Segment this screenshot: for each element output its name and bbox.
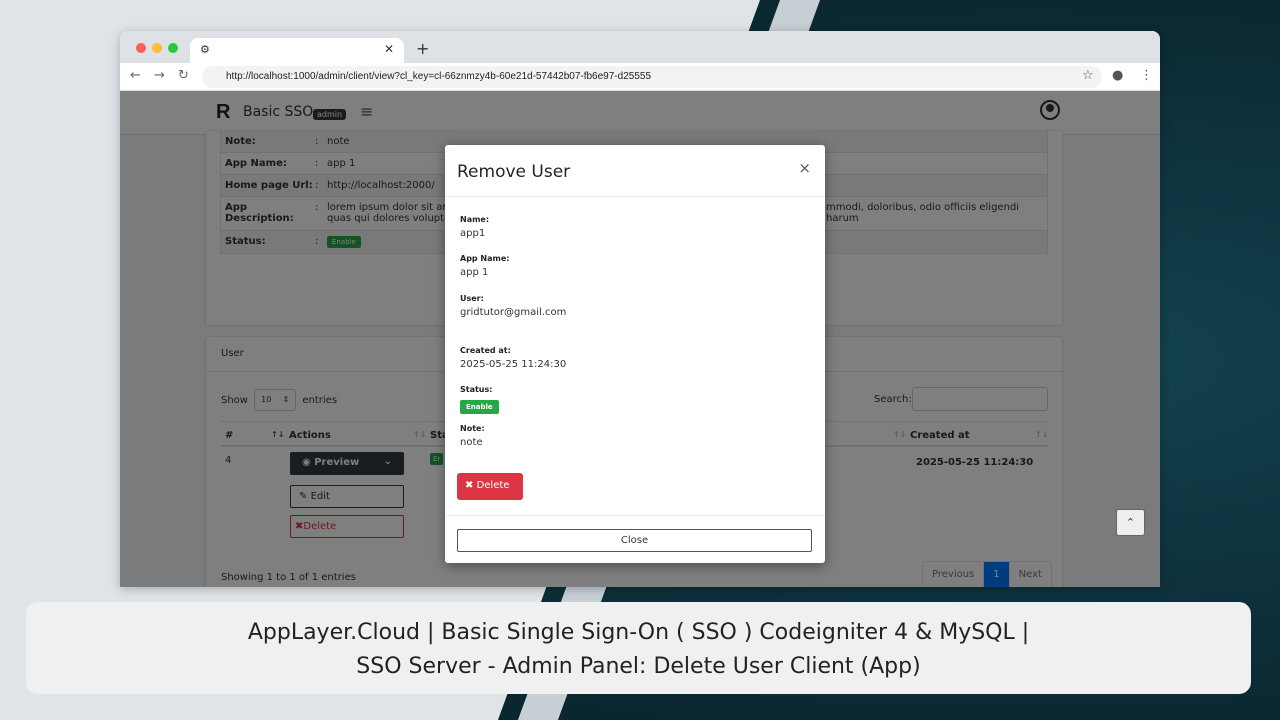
tab-close-icon[interactable]: ✕ [384, 42, 394, 56]
field-status: Status: Enable [460, 385, 499, 414]
field-user: User: gridtutor@gmail.com [460, 294, 566, 318]
caption-line-1: AppLayer.Cloud | Basic Single Sign-On ( … [247, 620, 1030, 645]
field-value: app1 [460, 228, 486, 239]
profile-icon[interactable]: ● [1112, 68, 1123, 83]
field-created: Created at: 2025-05-25 11:24:30 [460, 346, 566, 370]
field-app-name: App Name: app 1 [460, 254, 509, 278]
maximize-window-button[interactable] [168, 43, 178, 53]
modal-header: Remove User × [445, 145, 825, 197]
minimize-window-button[interactable] [152, 43, 162, 53]
browser-tab[interactable]: ⚙ ✕ [190, 38, 404, 63]
scroll-to-top-button[interactable]: ⌃ [1116, 509, 1145, 536]
field-label: App Name: [460, 254, 510, 263]
x-icon: ✖ [465, 480, 474, 491]
field-label: Status: [460, 385, 493, 394]
url-input[interactable]: http://localhost:1000/admin/client/view?… [202, 66, 1102, 88]
bookmark-star-icon[interactable]: ☆ [1082, 68, 1094, 83]
status-badge: Enable [460, 400, 499, 414]
tab-favicon-icon: ⚙ [200, 43, 210, 56]
menu-kebab-icon[interactable]: ⋮ [1140, 68, 1153, 83]
field-label: User: [460, 294, 484, 303]
delete-label: Delete [476, 480, 510, 491]
caption-line-2: SSO Server - Admin Panel: Delete User Cl… [356, 654, 921, 679]
field-label: Note: [460, 424, 485, 433]
modal-title: Remove User [457, 162, 571, 182]
field-value: gridtutor@gmail.com [460, 307, 567, 318]
close-icon[interactable]: × [798, 159, 811, 177]
chevron-up-icon: ⌃ [1125, 516, 1136, 529]
field-label: Name: [460, 215, 490, 224]
field-name: Name: app1 [460, 215, 489, 239]
field-value: 2025-05-25 11:24:30 [460, 359, 567, 370]
field-value: app 1 [460, 267, 489, 278]
reload-icon[interactable]: ↻ [178, 68, 189, 83]
modal-footer: Close [445, 515, 825, 552]
field-label: Created at: [460, 346, 511, 355]
tab-bar: ⚙ ✕ + [120, 31, 1160, 63]
field-note: Note: note [460, 424, 485, 448]
forward-arrow-icon[interactable]: → [154, 68, 165, 83]
field-value: note [460, 437, 483, 448]
window-controls [136, 43, 178, 53]
close-window-button[interactable] [136, 43, 146, 53]
close-button[interactable]: Close [457, 529, 812, 552]
delete-button[interactable]: ✖ Delete [457, 473, 523, 500]
address-bar: ← → ↻ http://localhost:1000/admin/client… [120, 63, 1160, 91]
new-tab-icon[interactable]: + [416, 39, 429, 58]
caption-banner: AppLayer.Cloud | Basic Single Sign-On ( … [26, 602, 1251, 694]
remove-user-modal: Remove User × Name: app1 App Name: app 1… [445, 145, 825, 563]
back-arrow-icon[interactable]: ← [130, 68, 141, 83]
page-content: R Basic SSO admin ≡ Note: : note App Nam… [120, 91, 1160, 587]
browser-window: ⚙ ✕ + ← → ↻ http://localhost:1000/admin/… [120, 31, 1160, 587]
